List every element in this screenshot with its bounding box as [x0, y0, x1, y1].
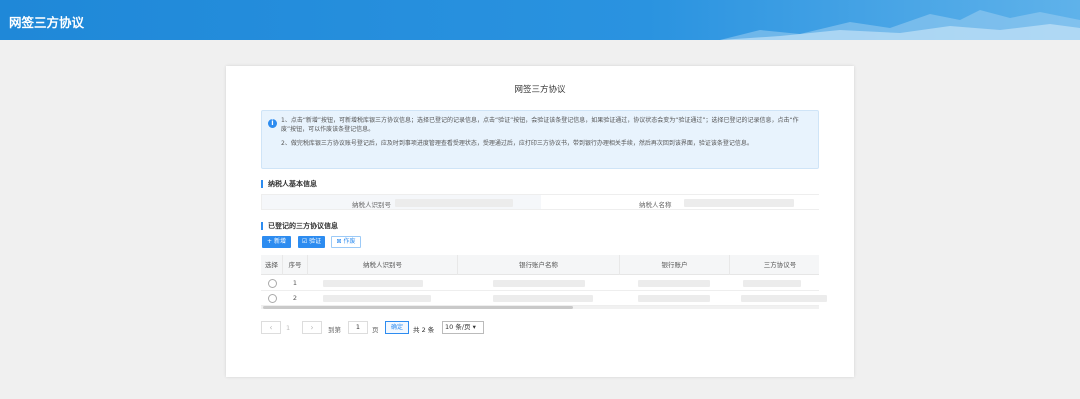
- taxpayer-id-redacted: [323, 295, 431, 302]
- table-header: 选择 序号 纳税人识别号 银行账户名称 银行账户 三方协议号: [261, 255, 819, 275]
- chevron-down-icon: ▾: [472, 323, 476, 331]
- notice-text-1: 1、点击“新增”按钮，可新增税库银三方协议信息；选择已登记的记录信息，点击“验证…: [281, 117, 799, 133]
- col-header-account: 银行账户: [620, 255, 730, 275]
- notice-box: i 1、点击“新增”按钮，可新增税库银三方协议信息；选择已登记的记录信息，点击“…: [261, 110, 819, 169]
- add-button[interactable]: + 新增: [262, 236, 291, 248]
- col-header-select: 选择: [261, 255, 283, 275]
- notice-text-2: 2、做完税库银三方协议账号登记后，应及时到事项进度管理查看受理状态，受理通过后，…: [281, 140, 753, 147]
- page-size-select[interactable]: 10 条/页 ▾: [442, 321, 484, 334]
- info-icon: i: [268, 119, 277, 128]
- next-page-button[interactable]: ›: [302, 321, 322, 334]
- account-name-redacted: [493, 295, 593, 302]
- table-row[interactable]: 2: [261, 291, 827, 306]
- table-row[interactable]: 1: [261, 276, 819, 291]
- goto-confirm-button[interactable]: 确定: [385, 321, 409, 334]
- account-redacted: [638, 295, 710, 302]
- row-select-radio[interactable]: [268, 279, 277, 288]
- mountain-decoration: [720, 10, 1080, 40]
- taxpayer-id-label: 纳税人识别号: [352, 201, 391, 209]
- total-count: 共 2 条: [413, 326, 435, 334]
- taxpayer-section-title: 纳税人基本信息: [261, 180, 317, 188]
- row-seq: 2: [292, 294, 298, 302]
- agreement-no-redacted: [741, 295, 827, 302]
- row-select-radio[interactable]: [268, 294, 277, 303]
- horizontal-scrollbar[interactable]: [261, 306, 819, 309]
- account-name-redacted: [493, 280, 585, 287]
- page-size-value: 10 条/页: [445, 323, 471, 331]
- agreement-no-redacted: [743, 280, 801, 287]
- taxpayer-info-bar: 纳税人识别号 纳税人名称: [261, 194, 820, 210]
- agreements-table: 选择 序号 纳税人识别号 银行账户名称 银行账户 三方协议号 1 2: [261, 255, 827, 309]
- goto-page-input[interactable]: 1: [348, 321, 368, 334]
- main-card: 网签三方协议 i 1、点击“新增”按钮，可新增税库银三方协议信息；选择已登记的记…: [226, 66, 854, 377]
- row-seq: 1: [292, 279, 298, 287]
- app-title: 网签三方协议: [9, 15, 85, 30]
- taxpayer-name-value-redacted: [684, 199, 794, 207]
- col-header-seq: 序号: [283, 255, 308, 275]
- void-button[interactable]: ⊠ 作废: [331, 236, 361, 248]
- col-header-agreement-no: 三方协议号: [763, 261, 797, 269]
- scrollbar-thumb[interactable]: [263, 306, 573, 309]
- taxpayer-name-label: 纳税人名称: [639, 201, 672, 209]
- page-title: 网签三方协议: [514, 85, 566, 95]
- account-redacted: [638, 280, 710, 287]
- page-unit-label: 页: [372, 326, 379, 334]
- col-header-taxpayer-id: 纳税人识别号: [308, 255, 458, 275]
- taxpayer-id-redacted: [323, 280, 423, 287]
- goto-label: 到第: [328, 326, 341, 334]
- col-header-account-name: 银行账户名称: [458, 255, 620, 275]
- agreements-section-title: 已登记的三方协议信息: [261, 222, 338, 230]
- current-page[interactable]: 1: [286, 324, 290, 332]
- top-header: 网签三方协议: [0, 0, 1080, 40]
- taxpayer-id-value-redacted: [395, 199, 513, 207]
- verify-button[interactable]: ☑ 验证: [298, 236, 325, 248]
- prev-page-button[interactable]: ‹: [261, 321, 281, 334]
